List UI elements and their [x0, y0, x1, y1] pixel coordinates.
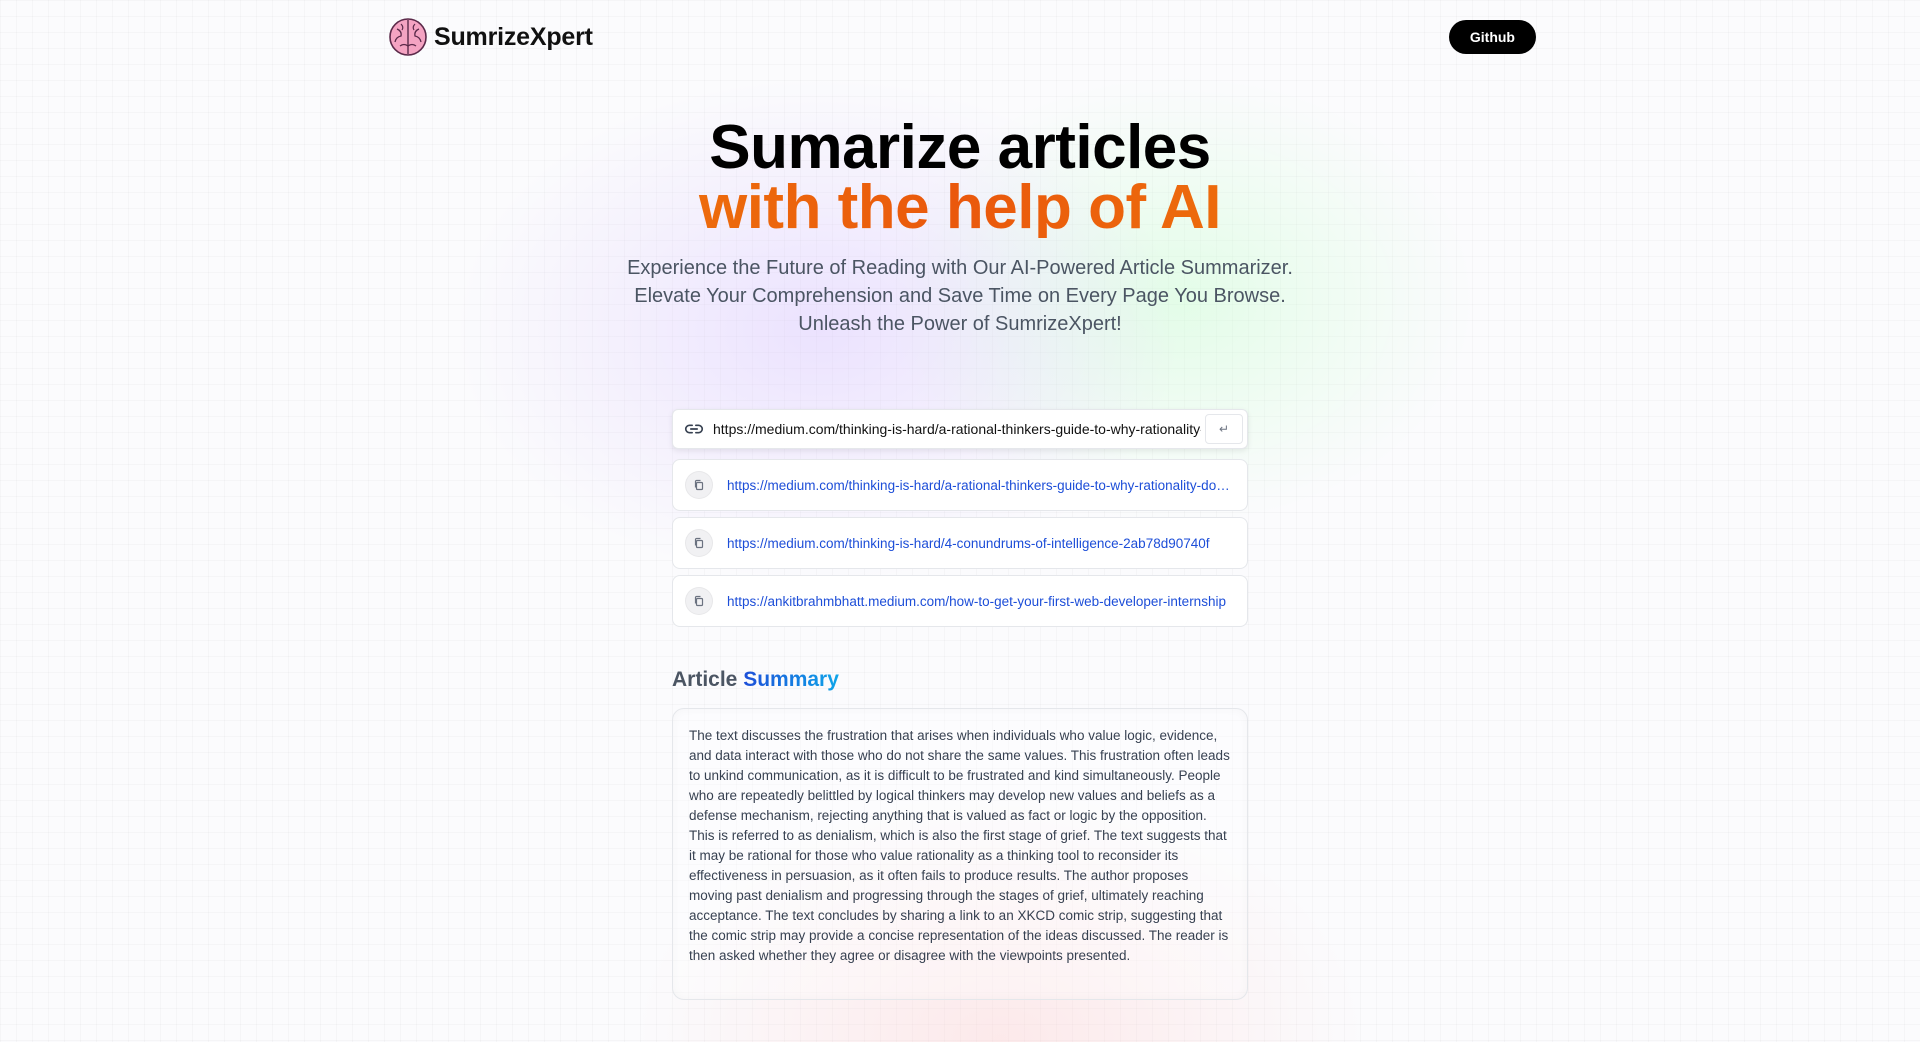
copy-icon[interactable]	[685, 587, 713, 615]
history-url: https://medium.com/thinking-is-hard/4-co…	[727, 535, 1210, 551]
submit-button[interactable]: ↵	[1205, 414, 1243, 444]
summary-box: The text discusses the frustration that …	[672, 708, 1248, 1000]
history-item[interactable]: https://ankitbrahmbhatt.medium.com/how-t…	[672, 575, 1248, 627]
history-item[interactable]: https://medium.com/thinking-is-hard/4-co…	[672, 517, 1248, 569]
history-url: https://medium.com/thinking-is-hard/a-ra…	[727, 477, 1235, 493]
summary-title-accent: Summary	[743, 668, 839, 691]
hero-description: Experience the Future of Reading with Ou…	[0, 254, 1920, 338]
history-item[interactable]: https://medium.com/thinking-is-hard/a-ra…	[672, 459, 1248, 511]
hero-description-line: Experience the Future of Reading with Ou…	[627, 257, 1293, 279]
hero-description-line: Unleash the Power of SumrizeXpert!	[798, 313, 1122, 335]
hero-title: Sumarize articles with the help of AI	[0, 113, 1920, 239]
top-nav: SumrizeXpert Github	[388, 14, 1536, 60]
copy-icon[interactable]	[685, 529, 713, 557]
hero-title-line2: with the help of AI	[0, 177, 1920, 239]
summary-title-prefix: Article	[672, 668, 738, 691]
hero-description-line: Elevate Your Comprehension and Save Time…	[634, 285, 1286, 307]
brand-name: SumrizeXpert	[434, 22, 593, 51]
history-list: https://medium.com/thinking-is-hard/a-ra…	[672, 459, 1248, 633]
hero-title-line1: Sumarize articles	[709, 113, 1211, 182]
summary-title: Article Summary	[672, 668, 839, 692]
github-button[interactable]: Github	[1448, 20, 1536, 54]
copy-icon[interactable]	[685, 471, 713, 499]
hero: Sumarize articles with the help of AI Ex…	[0, 113, 1920, 338]
url-form: ↵	[672, 409, 1248, 449]
history-url: https://ankitbrahmbhatt.medium.com/how-t…	[727, 593, 1226, 609]
brand[interactable]: SumrizeXpert	[388, 17, 593, 57]
enter-icon: ↵	[1218, 422, 1230, 436]
brain-icon	[389, 18, 427, 56]
summary-text: The text discusses the frustration that …	[689, 728, 1230, 963]
link-icon	[684, 424, 704, 434]
url-input[interactable]	[713, 421, 1201, 437]
